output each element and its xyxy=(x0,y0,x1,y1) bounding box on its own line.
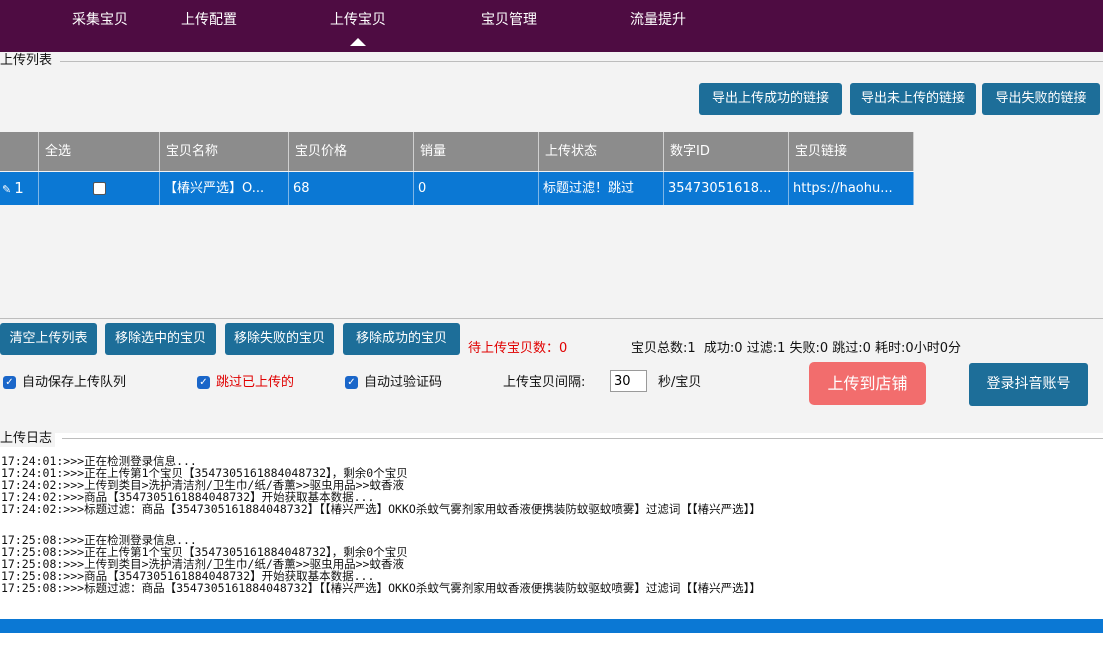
upload-log[interactable]: 17:24:01:>>>正在检测登录信息... 17:24:01:>>>正在上传… xyxy=(0,447,1103,619)
remove-failed-button[interactable]: 移除失败的宝贝 xyxy=(225,323,334,355)
nav-upload-config[interactable]: 上传配置 xyxy=(181,0,237,52)
auto-save-label: 自动保存上传队列 xyxy=(22,375,127,390)
active-caret-icon xyxy=(350,38,366,46)
interval-input[interactable] xyxy=(610,370,647,392)
clear-upload-list-button[interactable]: 清空上传列表 xyxy=(0,323,97,355)
upload-log-title: 上传日志 xyxy=(0,431,56,447)
interval-label: 上传宝贝间隔: xyxy=(503,375,586,390)
log-line: 17:24:02:>>>标题过滤：商品【3547305161884048732】… xyxy=(1,502,761,516)
edit-pencil-icon: ✎ xyxy=(2,183,12,196)
nav-item-management[interactable]: 宝贝管理 xyxy=(481,0,537,52)
export-success-links-button[interactable]: 导出上传成功的链接 xyxy=(699,83,842,115)
nav-collect[interactable]: 采集宝贝 xyxy=(72,0,128,52)
nav-upload-items-label: 上传宝贝 xyxy=(330,12,386,28)
column-header-sales[interactable]: 销量 xyxy=(414,132,539,171)
table-cell-link[interactable]: https://haohu... xyxy=(789,172,914,205)
divider xyxy=(60,61,1103,62)
top-nav: 采集宝贝 上传配置 上传宝贝 宝贝管理 流量提升 xyxy=(0,0,1103,52)
table-row-header[interactable]: ✎ 1 xyxy=(0,172,39,205)
table-header-corner xyxy=(0,132,39,171)
column-header-select-all[interactable]: 全选 xyxy=(39,132,160,171)
column-header-id[interactable]: 数字ID xyxy=(664,132,789,171)
remove-success-button[interactable]: 移除成功的宝贝 xyxy=(343,323,460,355)
table-row-checkbox-cell[interactable] xyxy=(39,172,160,205)
nav-upload-items[interactable]: 上传宝贝 xyxy=(330,0,386,52)
table-cell-id[interactable]: 35473051618... xyxy=(664,172,789,205)
upload-list-title: 上传列表 xyxy=(0,52,56,69)
skip-uploaded-option[interactable]: ✓ 跳过已上传的 xyxy=(197,375,294,391)
table-cell-name[interactable]: 【椿兴严选】O... xyxy=(160,172,289,205)
login-douyin-button[interactable]: 登录抖音账号 xyxy=(969,363,1088,406)
column-header-status[interactable]: 上传状态 xyxy=(539,132,664,171)
row-checkbox[interactable] xyxy=(92,182,106,195)
auto-save-option[interactable]: ✓ 自动保存上传队列 xyxy=(3,375,126,391)
interval-unit-label: 秒/宝贝 xyxy=(658,375,702,390)
pending-count-label: 待上传宝贝数：0 xyxy=(468,341,568,356)
table-cell-sales[interactable]: 0 xyxy=(414,172,539,205)
checkmark-icon[interactable]: ✓ xyxy=(197,376,210,389)
checkmark-icon[interactable]: ✓ xyxy=(3,376,16,389)
column-header-name[interactable]: 宝贝名称 xyxy=(160,132,289,171)
export-failed-links-button[interactable]: 导出失败的链接 xyxy=(982,83,1100,115)
column-header-price[interactable]: 宝贝价格 xyxy=(289,132,414,171)
upload-stats-label: 宝贝总数:1 成功:0 过滤:1 失败:0 跳过:0 耗时:0小时0分 xyxy=(631,341,961,356)
auto-captcha-label: 自动过验证码 xyxy=(364,375,443,390)
remove-selected-button[interactable]: 移除选中的宝贝 xyxy=(105,323,216,355)
nav-traffic-boost[interactable]: 流量提升 xyxy=(630,0,686,52)
upload-table: 全选 宝贝名称 宝贝价格 销量 上传状态 数字ID 宝贝链接 ✎ 1 【椿兴严选】… xyxy=(0,132,914,206)
auto-captcha-option[interactable]: ✓ 自动过验证码 xyxy=(345,375,442,391)
table-cell-price[interactable]: 68 xyxy=(289,172,414,205)
row-index: 1 xyxy=(14,179,24,197)
table-cell-status[interactable]: 标题过滤！跳过 xyxy=(539,172,664,205)
column-header-link[interactable]: 宝贝链接 xyxy=(789,132,914,171)
export-unuploaded-links-button[interactable]: 导出未上传的链接 xyxy=(850,83,976,115)
log-line: 17:25:08:>>>标题过滤：商品【3547305161884048732】… xyxy=(1,581,761,595)
skip-uploaded-label: 跳过已上传的 xyxy=(216,375,295,390)
status-bar xyxy=(0,619,1103,633)
divider xyxy=(62,438,1103,439)
checkmark-icon[interactable]: ✓ xyxy=(345,376,358,389)
divider xyxy=(0,318,1103,319)
upload-to-store-button[interactable]: 上传到店铺 xyxy=(809,362,926,405)
